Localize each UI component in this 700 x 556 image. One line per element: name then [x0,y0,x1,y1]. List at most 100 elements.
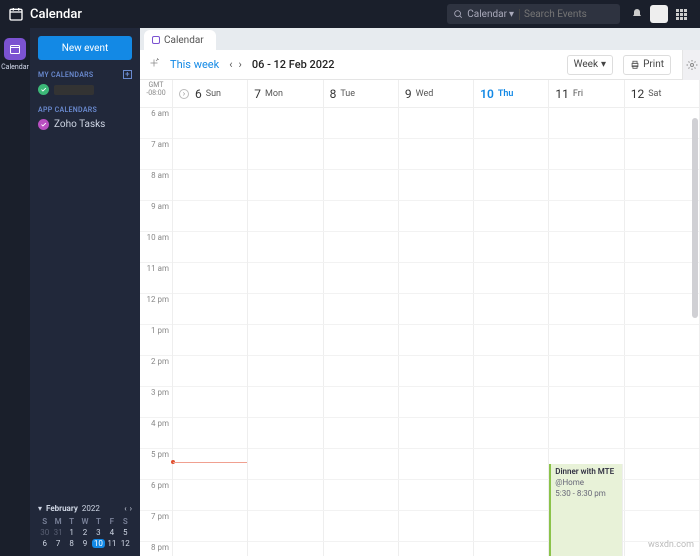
day-number: 8 [330,87,337,101]
notifications-icon[interactable] [626,3,648,25]
date-range: 06 - 12 Feb 2022 [252,58,335,71]
mini-cal-day[interactable]: 2 [78,528,91,537]
mini-cal-day[interactable]: 1 [65,528,78,537]
event-title: Dinner with MTE [555,467,618,476]
mini-cal-day[interactable]: 7 [51,539,64,548]
day-name: Sat [648,89,661,99]
time-column: GMT-08:00 6 am7 am8 am9 am10 am11 am12 p… [140,80,173,556]
mini-cal-day[interactable]: 10 [92,539,105,548]
calendar-icon [9,43,21,55]
mini-cal-day[interactable]: 31 [51,528,64,537]
mini-cal-day[interactable]: 9 [78,539,91,548]
event-time: 5:30 - 8:30 pm [555,489,618,498]
calendar-color-check-icon [38,84,49,95]
time-slots[interactable]: Dinner with MTE @Home 5:30 - 8:30 pm [173,108,700,556]
quick-add-icon[interactable] [148,57,160,72]
day-name: Fri [573,89,583,99]
profile-avatar[interactable] [648,3,670,25]
add-calendar-icon[interactable]: + [123,70,132,79]
day-header[interactable]: 7Mon [248,80,323,107]
hour-label: 7 pm [140,511,172,542]
sidebar: New event MY CALENDARS + APP CALENDARS Z… [30,28,140,556]
day-header[interactable]: 11 Fri [549,80,624,107]
week-grid[interactable]: GMT-08:00 6 am7 am8 am9 am10 am11 am12 p… [140,80,700,556]
search-scope-dropdown[interactable]: Calendar▾ [467,9,520,20]
watermark: wsxdn.com [648,540,694,550]
day-header[interactable]: 9Wed [399,80,474,107]
day-name: Mon [265,89,283,99]
mini-cal-dow: S [119,517,132,526]
print-button[interactable]: Print [623,55,671,75]
rail-app-label: Calendar [1,63,29,71]
search-bar[interactable]: Calendar▾ [447,4,620,24]
day-number: 11 [555,87,569,101]
settings-gear-icon[interactable] [682,50,700,80]
day-header[interactable]: ›6Sun [173,80,248,107]
hour-label: 8 pm [140,542,172,556]
now-indicator-line [173,462,247,463]
calendar-event[interactable]: Dinner with MTE @Home 5:30 - 8:30 pm [549,464,623,556]
day-header-row: ›6Sun7Mon8Tue9Wed10Thu11Fri12Sat [173,80,700,108]
vertical-scrollbar[interactable] [692,118,698,318]
next-week-icon[interactable]: › [239,58,242,71]
day-number: 9 [405,87,412,101]
mini-cal-day[interactable]: 5 [119,528,132,537]
search-icon [453,9,463,19]
mini-cal-day[interactable]: 8 [65,539,78,548]
event-location: @Home [555,478,618,487]
my-calendar-item[interactable] [38,79,132,100]
this-week-link[interactable]: This week [170,58,219,71]
mini-cal-day[interactable]: 3 [92,528,105,537]
hour-label: 8 am [140,170,172,201]
app-calendars-heading: APP CALENDARS [38,106,132,114]
day-name: Thu [498,89,514,99]
mini-cal-prev-icon[interactable]: ‹ [124,504,126,513]
mini-calendar[interactable]: ▾ February 2022 ‹› SMTWTFS30311234567891… [38,504,132,548]
tab-strip: Calendar [140,28,700,50]
hour-label: 2 pm [140,356,172,387]
hour-label: 5 pm [140,449,172,480]
mini-cal-dow: T [92,517,105,526]
mini-cal-day[interactable]: 12 [119,539,132,548]
mini-cal-next-icon[interactable]: › [130,504,132,513]
mini-cal-dow: F [105,517,118,526]
app-rail: Calendar [0,28,30,556]
mini-cal-day[interactable]: 6 [38,539,51,548]
day-header[interactable]: 12Sat [625,80,700,107]
prev-week-icon[interactable]: ‹ [229,58,232,71]
calendar-name: Zoho Tasks [54,119,105,130]
calendar-name-redacted [54,85,94,95]
day-number: 10 [480,87,494,101]
search-input[interactable] [524,9,614,20]
tab-calendar[interactable]: Calendar [144,30,216,50]
my-calendars-heading: MY CALENDARS + [38,70,132,79]
day-name: Sun [206,89,221,99]
hour-label: 6 am [140,108,172,139]
day-name: Tue [340,89,355,99]
hour-label: 12 pm [140,294,172,325]
day-header[interactable]: 10 Thu [474,80,549,107]
calendar-color-check-icon [38,119,49,130]
expand-day-icon[interactable]: › [179,89,189,99]
hour-label: 10 am [140,232,172,263]
apps-grid-icon[interactable] [670,3,692,25]
view-selector[interactable]: Week▾ [567,55,613,75]
timezone-label: GMT-08:00 [140,80,172,108]
main-area: Calendar This week ‹ › 06 - 12 Feb 2022 … [140,28,700,556]
brand: Calendar [8,6,82,22]
new-event-button[interactable]: New event [38,36,132,60]
rail-app-calendar[interactable] [4,38,26,60]
mini-cal-month: February [46,504,78,513]
app-calendar-item[interactable]: Zoho Tasks [38,114,132,135]
hour-label: 6 pm [140,480,172,511]
day-header[interactable]: 8Tue [324,80,399,107]
mini-cal-dow: W [78,517,91,526]
hour-label: 9 am [140,201,172,232]
mini-cal-day[interactable]: 4 [105,528,118,537]
brand-text: Calendar [30,7,82,22]
mini-cal-day[interactable]: 11 [105,539,118,548]
tab-app-icon [152,36,160,44]
mini-cal-chevron-icon[interactable]: ▾ [38,504,42,513]
mini-cal-year: 2022 [82,504,100,513]
mini-cal-day[interactable]: 30 [38,528,51,537]
